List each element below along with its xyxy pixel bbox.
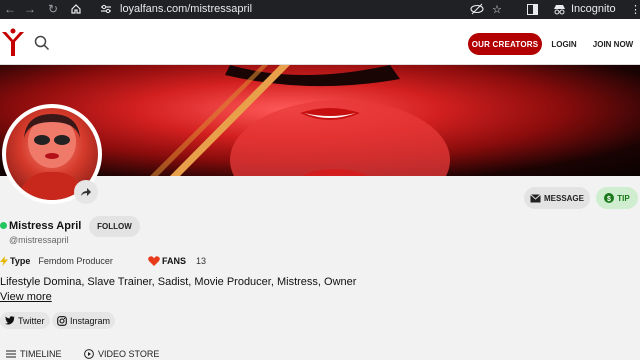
loyalfans-logo[interactable] <box>0 28 26 58</box>
profile-name: Mistress April <box>9 220 82 232</box>
tab-timeline[interactable]: TIMELINE <box>6 349 62 359</box>
profile-bio: Lifestyle Domina, Slave Trainer, Sadist,… <box>0 276 357 288</box>
site-settings-icon[interactable] <box>100 4 112 14</box>
browser-toolbar: ← → ↻ loyalfans.com/mistressapril ☆ Inco… <box>0 0 640 19</box>
twitter-icon <box>5 316 15 325</box>
address-bar[interactable]: loyalfans.com/mistressapril <box>120 3 252 15</box>
login-button[interactable]: LOGIN <box>548 33 580 55</box>
back-icon[interactable]: ← <box>4 2 16 16</box>
tab-video-store[interactable]: VIDEO STORE <box>84 349 159 359</box>
eye-off-icon[interactable] <box>470 3 484 15</box>
fans-number: 13 <box>196 256 207 266</box>
video-store-icon <box>84 349 94 359</box>
instagram-icon <box>57 315 67 326</box>
envelope-icon <box>530 193 541 202</box>
type-label: Type <box>10 256 31 266</box>
side-panel-icon[interactable] <box>527 4 538 15</box>
twitter-link[interactable]: Twitter <box>0 312 50 329</box>
timeline-icon <box>6 350 16 358</box>
follow-button[interactable]: FOLLOW <box>89 216 140 237</box>
tip-label: TIP <box>617 193 630 203</box>
browser-menu-icon[interactable]: ⋮ <box>630 3 640 16</box>
dollar-coin-icon: $ <box>604 193 615 203</box>
tab-timeline-label: TIMELINE <box>20 349 62 359</box>
type-value: Femdom Producer <box>38 256 113 266</box>
home-icon[interactable] <box>70 3 82 15</box>
search-icon[interactable] <box>34 35 50 51</box>
tab-video-store-label: VIDEO STORE <box>98 349 160 359</box>
reload-icon[interactable]: ↻ <box>48 2 58 16</box>
join-now-button[interactable]: JOIN NOW <box>588 33 638 55</box>
twitter-label: Twitter <box>18 315 45 326</box>
incognito-icon <box>554 5 565 15</box>
tip-button[interactable]: $ TIP <box>596 187 638 209</box>
our-creators-button[interactable]: OUR CREATORS <box>468 33 542 55</box>
bookmark-star-icon[interactable]: ☆ <box>492 3 502 16</box>
profile-handle: @mistressapril <box>9 235 69 245</box>
message-button[interactable]: MESSAGE <box>524 187 590 209</box>
instagram-link[interactable]: Instagram <box>52 312 116 329</box>
instagram-label: Instagram <box>70 315 111 326</box>
view-more-link[interactable]: View more <box>0 291 52 303</box>
message-label: MESSAGE <box>543 193 584 203</box>
online-status-dot <box>0 222 7 229</box>
site-header: OUR CREATORS LOGIN JOIN NOW <box>0 19 640 65</box>
incognito-label: Incognito <box>571 3 616 15</box>
heart-icon <box>148 256 160 266</box>
share-arrow-icon <box>81 188 91 196</box>
fans-count: FANS 13 <box>148 256 206 266</box>
forward-icon[interactable]: → <box>24 2 36 16</box>
profile-type: Type Femdom Producer <box>0 256 113 266</box>
svg-text:$: $ <box>607 196 611 203</box>
lightning-icon <box>0 256 8 266</box>
fans-label: FANS <box>162 256 187 266</box>
share-button[interactable] <box>74 180 98 204</box>
